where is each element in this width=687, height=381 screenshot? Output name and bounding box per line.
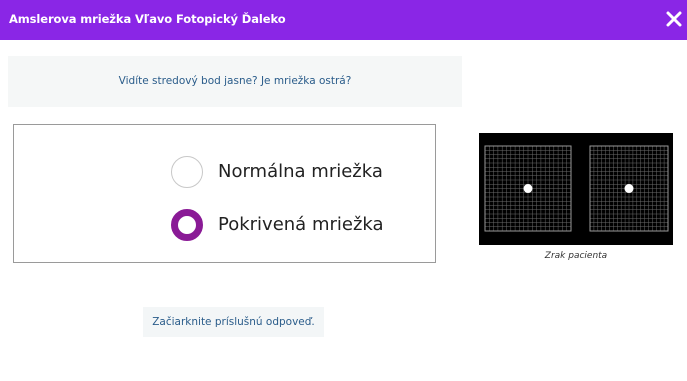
amsler-grids-graphic [484,145,669,232]
close-button[interactable] [663,6,687,32]
option-distorted-grid[interactable]: Pokrivená mriežka [171,209,421,245]
patient-view-caption: Zrak pacienta [544,251,608,261]
question-text: Vidíte stredový bod jasne? Je mriežka os… [118,75,352,87]
radio-normal-grid[interactable] [171,156,203,188]
option-distorted-grid-label: Pokrivená mriežka [218,214,384,235]
instruction-panel: Začiarknite príslušnú odpoveď. [143,307,324,337]
amsler-grid-right [589,145,669,232]
option-normal-grid-label: Normálna mriežka [218,161,383,182]
fixation-dot [523,184,533,193]
dialog-title-bar: Amslerova mriežka Vľavo Fotopický Ďaleko [0,0,687,40]
instruction-text: Začiarknite príslušnú odpoveď. [152,316,315,328]
radio-distorted-grid[interactable] [171,209,203,241]
patient-view-image [479,133,673,245]
fixation-dot [624,184,634,193]
options-panel: Normálna mriežka Pokrivená mriežka [13,124,436,263]
amsler-grid-left [484,145,572,232]
option-normal-grid[interactable]: Normálna mriežka [171,156,421,192]
question-panel: Vidíte stredový bod jasne? Je mriežka os… [8,56,462,107]
dialog-title: Amslerova mriežka Vľavo Fotopický Ďaleko [9,12,286,26]
close-icon [666,11,682,27]
